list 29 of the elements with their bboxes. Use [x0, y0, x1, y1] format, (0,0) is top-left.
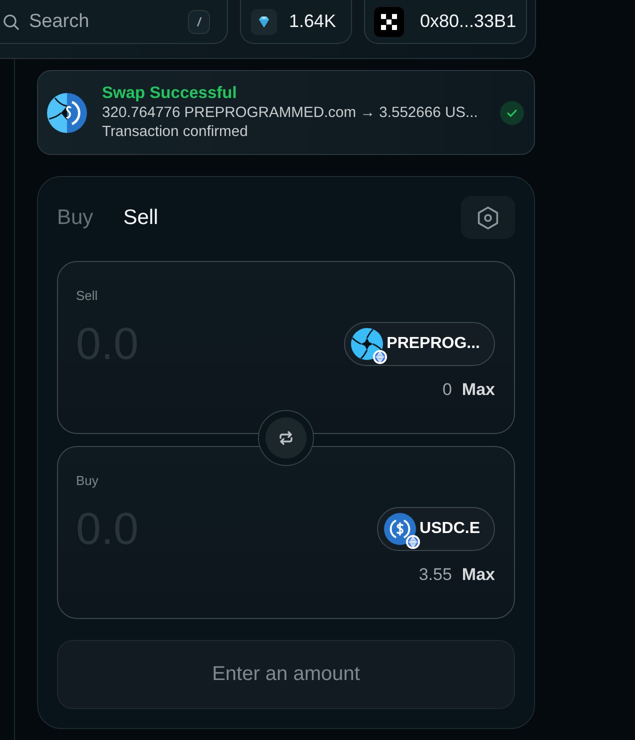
- max-button[interactable]: Max: [462, 565, 495, 585]
- globe-badge-icon: [372, 350, 387, 364]
- shortcut-key: /: [188, 10, 210, 34]
- mode-tab[interactable]: Buy: [57, 206, 94, 230]
- balance-text: 3.55: [418, 565, 452, 585]
- coin-logo-icon: [384, 513, 416, 545]
- search-field[interactable]: Search /: [0, 0, 228, 44]
- panel-label: Sell: [76, 287, 98, 305]
- max-button[interactable]: Max: [462, 380, 495, 400]
- search-input[interactable]: Search: [29, 8, 178, 34]
- points-button[interactable]: 1.64K: [240, 0, 352, 44]
- token-logo-icon: [350, 328, 383, 360]
- swap-summary: 320.764776 PREPROGRAMMED.com → 3.552666 US...: [102, 104, 479, 123]
- swap-arrows-icon: [278, 430, 294, 446]
- token-select-button[interactable]: PREPROG...: [344, 322, 495, 366]
- wallet-button[interactable]: 0x80...33B1: [364, 0, 527, 44]
- settings-button[interactable]: [461, 196, 515, 239]
- token-select-button[interactable]: USDC.E: [376, 507, 495, 551]
- token-pair-icon: [47, 92, 87, 132]
- toast-title: Swap Successful: [102, 83, 238, 104]
- balance-text: 0: [442, 380, 452, 400]
- status-text: Transaction confirmed: [102, 123, 249, 142]
- globe-badge-icon: [406, 535, 420, 549]
- search-icon: [3, 14, 19, 30]
- gem-icon: [251, 8, 277, 34]
- wallet-logo-icon: [374, 6, 404, 36]
- panel-label: Buy: [76, 472, 98, 490]
- mode-tab[interactable]: Sell: [123, 206, 158, 230]
- settings-icon: [476, 206, 500, 230]
